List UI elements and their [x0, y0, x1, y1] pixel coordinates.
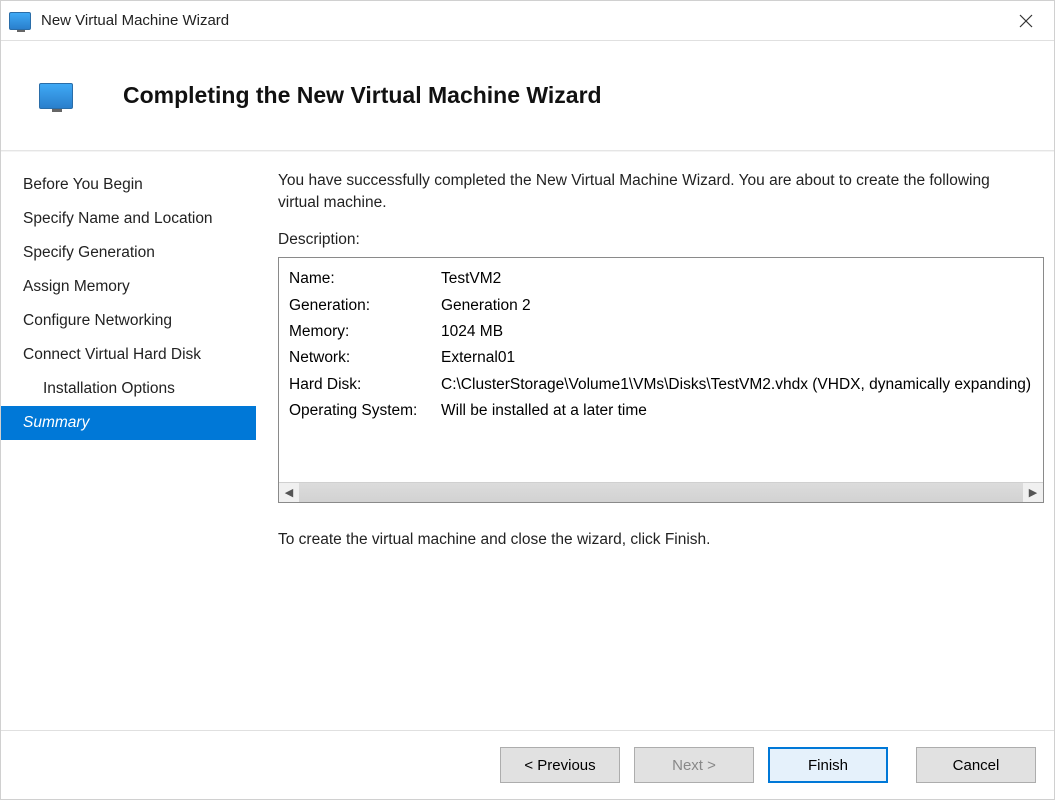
- label-name: Name:: [289, 266, 441, 292]
- row-memory: Memory: 1024 MB: [289, 319, 1033, 345]
- row-generation: Generation: Generation 2: [289, 293, 1033, 319]
- step-installation-options[interactable]: Installation Options: [1, 372, 256, 406]
- label-os: Operating System:: [289, 398, 441, 424]
- description-label: Description:: [278, 231, 1044, 249]
- close-icon: [1019, 14, 1033, 28]
- finish-button[interactable]: Finish: [768, 747, 888, 783]
- titlebar: New Virtual Machine Wizard: [1, 1, 1054, 41]
- value-harddisk: C:\ClusterStorage\Volume1\VMs\Disks\Test…: [441, 372, 1033, 398]
- step-specify-name-location[interactable]: Specify Name and Location: [1, 202, 256, 236]
- scroll-track[interactable]: [299, 483, 1023, 502]
- value-name: TestVM2: [441, 266, 1033, 292]
- value-memory: 1024 MB: [441, 319, 1033, 345]
- step-summary[interactable]: Summary: [1, 406, 256, 440]
- close-button[interactable]: [1006, 5, 1046, 37]
- wizard-header: Completing the New Virtual Machine Wizar…: [1, 41, 1054, 151]
- description-box: Name: TestVM2 Generation: Generation 2 M…: [278, 257, 1044, 503]
- row-harddisk: Hard Disk: C:\ClusterStorage\Volume1\VMs…: [289, 372, 1033, 398]
- content-pane: You have successfully completed the New …: [256, 152, 1054, 730]
- value-os: Will be installed at a later time: [441, 398, 1033, 424]
- previous-button[interactable]: < Previous: [500, 747, 620, 783]
- description-body: Name: TestVM2 Generation: Generation 2 M…: [279, 258, 1043, 482]
- row-os: Operating System: Will be installed at a…: [289, 398, 1033, 424]
- step-specify-generation[interactable]: Specify Generation: [1, 236, 256, 270]
- row-network: Network: External01: [289, 345, 1033, 371]
- page-title: Completing the New Virtual Machine Wizar…: [123, 82, 602, 109]
- next-button: Next >: [634, 747, 754, 783]
- scroll-left-button[interactable]: ◀: [279, 483, 299, 502]
- monitor-icon: [39, 83, 73, 109]
- scroll-right-button[interactable]: ▶: [1023, 483, 1043, 502]
- wizard-window: New Virtual Machine Wizard Completing th…: [0, 0, 1055, 800]
- label-generation: Generation:: [289, 293, 441, 319]
- outro-text: To create the virtual machine and close …: [278, 531, 1044, 549]
- horizontal-scrollbar[interactable]: ◀ ▶: [279, 482, 1043, 502]
- step-before-you-begin[interactable]: Before You Begin: [1, 168, 256, 202]
- label-harddisk: Hard Disk:: [289, 372, 441, 398]
- window-title: New Virtual Machine Wizard: [41, 12, 229, 29]
- cancel-button[interactable]: Cancel: [916, 747, 1036, 783]
- step-configure-networking[interactable]: Configure Networking: [1, 304, 256, 338]
- steps-sidebar: Before You Begin Specify Name and Locati…: [1, 152, 256, 730]
- label-memory: Memory:: [289, 319, 441, 345]
- step-connect-vhd[interactable]: Connect Virtual Hard Disk: [1, 338, 256, 372]
- wizard-footer: < Previous Next > Finish Cancel: [1, 730, 1054, 799]
- label-network: Network:: [289, 345, 441, 371]
- intro-text: You have successfully completed the New …: [278, 170, 1018, 213]
- value-network: External01: [441, 345, 1033, 371]
- app-icon: [9, 12, 31, 30]
- row-name: Name: TestVM2: [289, 266, 1033, 292]
- value-generation: Generation 2: [441, 293, 1033, 319]
- wizard-body: Before You Begin Specify Name and Locati…: [1, 151, 1054, 730]
- step-assign-memory[interactable]: Assign Memory: [1, 270, 256, 304]
